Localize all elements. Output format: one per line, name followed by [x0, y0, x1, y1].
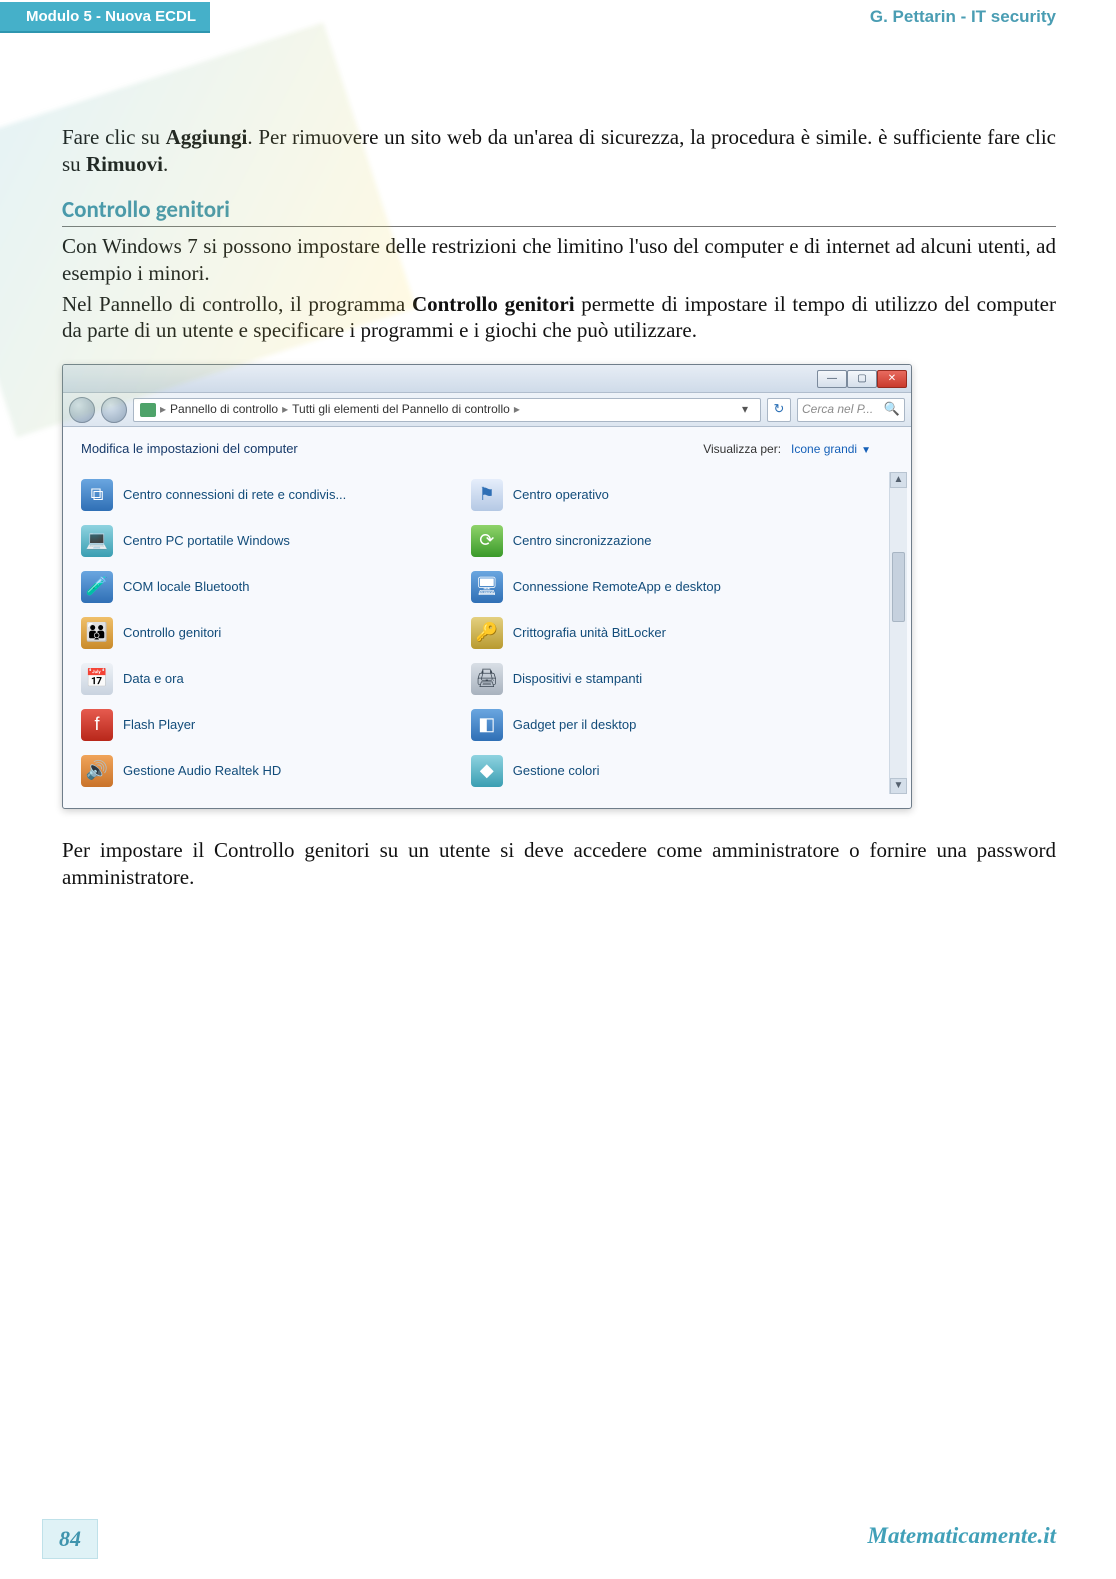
cp-item-label: Centro PC portatile Windows [123, 533, 290, 550]
cp-item-label: Flash Player [123, 717, 195, 734]
breadcrumb-part2[interactable]: Tutti gli elementi del Pannello di contr… [292, 402, 510, 417]
chevron-right-icon: ▸ [282, 402, 288, 417]
close-button[interactable]: ✕ [877, 370, 907, 388]
section-heading: Controllo genitori [62, 196, 1056, 227]
cp-item-label: Crittografia unità BitLocker [513, 625, 666, 642]
color-management-icon: ◆ [471, 755, 503, 787]
cp-item-label: Gestione colori [513, 763, 600, 780]
network-center-icon: ⧉ [81, 479, 113, 511]
cp-item-color-management[interactable]: ◆ Gestione colori [467, 748, 857, 794]
search-input[interactable]: Cerca nel P... 🔍 [797, 398, 905, 422]
intro-paragraph: Fare clic su Aggiungi. Per rimuovere un … [62, 124, 1056, 178]
cp-item-devices-printers[interactable]: 🖨 Dispositivi e stampanti [467, 656, 857, 702]
cp-item-label: Data e ora [123, 671, 184, 688]
body-p2: Con Windows 7 si possono impostare delle… [62, 233, 1056, 287]
forward-button[interactable] [101, 397, 127, 423]
cp-item-parental-controls[interactable]: 👪 Controllo genitori [77, 610, 467, 656]
cp-item-label: Controllo genitori [123, 625, 221, 642]
module-tab: Modulo 5 - Nuova ECDL [0, 2, 210, 33]
view-by-dropdown[interactable]: Icone grandi▼ [791, 442, 871, 456]
address-bar: ▸ Pannello di controllo ▸ Tutti gli elem… [63, 393, 911, 427]
chevron-right-icon: ▸ [160, 402, 166, 417]
page-number: 84 [42, 1519, 98, 1559]
scrollbar[interactable]: ▲ ▼ [889, 472, 907, 794]
body-p3: Nel Pannello di controllo, il programma … [62, 291, 1056, 345]
remoteapp-icon: 🖥 [471, 571, 503, 603]
cp-item-realtek-audio[interactable]: 🔊 Gestione Audio Realtek HD [77, 748, 467, 794]
author-label: G. Pettarin - IT security [870, 7, 1116, 27]
page-content: Fare clic su Aggiungi. Per rimuovere un … [0, 34, 1116, 891]
page-header: Modulo 5 - Nuova ECDL G. Pettarin - IT s… [0, 0, 1116, 34]
mobility-center-icon: 💻 [81, 525, 113, 557]
chevron-down-icon: ▼ [857, 445, 871, 456]
cp-item-label: COM locale Bluetooth [123, 579, 249, 596]
panel-subheader: Modifica le impostazioni del computer Vi… [63, 427, 911, 462]
titlebar: — ▢ ✕ [63, 365, 911, 393]
body-p4: Per impostare il Controllo genitori su u… [62, 837, 1056, 891]
cp-item-label: Dispositivi e stampanti [513, 671, 642, 688]
maximize-button[interactable]: ▢ [847, 370, 877, 388]
breadcrumb[interactable]: ▸ Pannello di controllo ▸ Tutti gli elem… [133, 398, 761, 422]
page-footer: 84 Matematicamente.it [0, 1517, 1116, 1559]
minimize-button[interactable]: — [817, 370, 847, 388]
cp-item-bluetooth-com[interactable]: 🧪 COM locale Bluetooth [77, 564, 467, 610]
chevron-right-icon: ▸ [514, 402, 520, 417]
bitlocker-icon: 🔑 [471, 617, 503, 649]
breadcrumb-dropdown[interactable]: ▾ [736, 402, 754, 417]
cp-item-label: Centro operativo [513, 487, 609, 504]
realtek-audio-icon: 🔊 [81, 755, 113, 787]
view-by-label: Visualizza per: [703, 442, 781, 456]
scroll-up-icon[interactable]: ▲ [890, 472, 907, 488]
cp-item-label: Gadget per il desktop [513, 717, 637, 734]
action-center-icon: ⚑ [471, 479, 503, 511]
back-button[interactable] [69, 397, 95, 423]
flash-player-icon: f [81, 709, 113, 741]
control-panel-window: — ▢ ✕ ▸ Pannello di controllo ▸ Tutti gl… [62, 364, 912, 809]
cp-item-mobility-center[interactable]: 💻 Centro PC portatile Windows [77, 518, 467, 564]
cp-item-date-time[interactable]: 📅 Data e ora [77, 656, 467, 702]
cp-item-label: Centro sincronizzazione [513, 533, 652, 550]
control-panel-icon [140, 403, 156, 417]
bluetooth-com-icon: 🧪 [81, 571, 113, 603]
cp-item-label: Gestione Audio Realtek HD [123, 763, 281, 780]
cp-item-sync-center[interactable]: ⟳ Centro sincronizzazione [467, 518, 857, 564]
scroll-down-icon[interactable]: ▼ [890, 778, 907, 794]
scroll-thumb[interactable] [892, 552, 905, 622]
cp-item-flash-player[interactable]: f Flash Player [77, 702, 467, 748]
cp-item-desktop-gadgets[interactable]: ◧ Gadget per il desktop [467, 702, 857, 748]
panel-body: ⧉ Centro connessioni di rete e condivis..… [63, 462, 911, 808]
sync-center-icon: ⟳ [471, 525, 503, 557]
cp-item-bitlocker[interactable]: 🔑 Crittografia unità BitLocker [467, 610, 857, 656]
breadcrumb-part1[interactable]: Pannello di controllo [170, 402, 278, 417]
cp-item-label: Centro connessioni di rete e condivis... [123, 487, 346, 504]
search-icon: 🔍 [884, 401, 900, 418]
refresh-button[interactable]: ↻ [767, 398, 791, 422]
cp-item-label: Connessione RemoteApp e desktop [513, 579, 721, 596]
date-time-icon: 📅 [81, 663, 113, 695]
search-placeholder: Cerca nel P... [802, 402, 873, 417]
panel-heading: Modifica le impostazioni del computer [81, 441, 298, 458]
parental-controls-icon: 👪 [81, 617, 113, 649]
site-label: Matematicamente.it [868, 1523, 1056, 1549]
cp-item-network-center[interactable]: ⧉ Centro connessioni di rete e condivis..… [77, 472, 467, 518]
devices-printers-icon: 🖨 [471, 663, 503, 695]
desktop-gadgets-icon: ◧ [471, 709, 503, 741]
cp-item-remoteapp[interactable]: 🖥 Connessione RemoteApp e desktop [467, 564, 857, 610]
cp-item-action-center[interactable]: ⚑ Centro operativo [467, 472, 857, 518]
